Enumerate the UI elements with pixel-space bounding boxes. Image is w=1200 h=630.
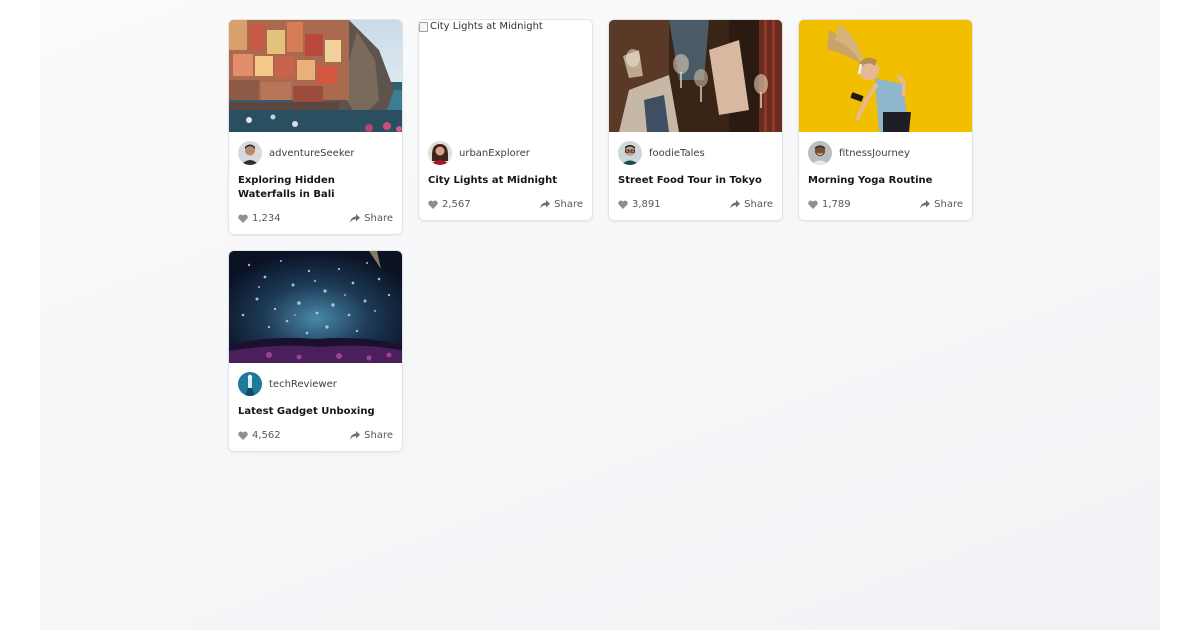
wine-toast-photo-icon <box>609 20 782 132</box>
post-card[interactable]: City Lights at Midnight urbanExplorer Ci… <box>418 19 593 221</box>
heart-icon <box>428 200 438 209</box>
post-author[interactable]: fitnessJourney <box>808 141 963 165</box>
broken-image-icon <box>419 22 428 32</box>
post-image[interactable] <box>229 20 402 132</box>
post-title[interactable]: Street Food Tour in Tokyo <box>618 174 773 188</box>
post-card[interactable]: techReviewer Latest Gadget Unboxing 4,56… <box>228 250 403 452</box>
like-button[interactable]: 2,567 <box>428 199 471 210</box>
share-label: Share <box>364 430 393 441</box>
tech-avatar-icon[interactable] <box>238 372 262 396</box>
like-button[interactable]: 4,562 <box>238 430 281 441</box>
share-icon <box>540 200 551 209</box>
author-username[interactable]: adventureSeeker <box>269 148 355 159</box>
like-count: 3,891 <box>632 199 661 210</box>
concert-confetti-photo-icon <box>229 251 402 363</box>
share-icon <box>350 214 361 223</box>
post-author[interactable]: foodieTales <box>618 141 773 165</box>
post-author[interactable]: techReviewer <box>238 372 393 396</box>
like-count: 1,789 <box>822 199 851 210</box>
post-grid: adventureSeeker Exploring Hidden Waterfa… <box>228 19 988 452</box>
author-username[interactable]: techReviewer <box>269 379 337 390</box>
like-count: 1,234 <box>252 213 281 224</box>
share-button[interactable]: Share <box>540 199 583 210</box>
feed-page: adventureSeeker Exploring Hidden Waterfa… <box>40 0 1160 630</box>
man-smiling-avatar-icon[interactable] <box>808 141 832 165</box>
like-count: 4,562 <box>252 430 281 441</box>
like-count: 2,567 <box>442 199 471 210</box>
post-image[interactable] <box>799 20 972 132</box>
share-label: Share <box>554 199 583 210</box>
share-button[interactable]: Share <box>920 199 963 210</box>
share-icon <box>350 431 361 440</box>
coastal-village-photo-icon <box>229 20 402 132</box>
author-username[interactable]: fitnessJourney <box>839 148 910 159</box>
post-card[interactable]: fitnessJourney Morning Yoga Routine 1,78… <box>798 19 973 221</box>
like-button[interactable]: 3,891 <box>618 199 661 210</box>
heart-icon <box>238 431 248 440</box>
heart-icon <box>238 214 248 223</box>
share-icon <box>730 200 741 209</box>
share-label: Share <box>364 213 393 224</box>
share-button[interactable]: Share <box>350 430 393 441</box>
post-title[interactable]: Morning Yoga Routine <box>808 174 963 188</box>
man-portrait-avatar-icon[interactable] <box>238 141 262 165</box>
post-title[interactable]: Latest Gadget Unboxing <box>238 405 393 419</box>
woman-portrait-avatar-icon[interactable] <box>428 141 452 165</box>
author-username[interactable]: urbanExplorer <box>459 148 530 159</box>
share-label: Share <box>744 199 773 210</box>
post-image[interactable] <box>609 20 782 132</box>
post-title[interactable]: City Lights at Midnight <box>428 174 583 188</box>
post-card[interactable]: foodieTales Street Food Tour in Tokyo 3,… <box>608 19 783 221</box>
share-button[interactable]: Share <box>730 199 773 210</box>
share-label: Share <box>934 199 963 210</box>
post-title[interactable]: Exploring Hidden Waterfalls in Bali <box>238 174 393 202</box>
heart-icon <box>618 200 628 209</box>
man-glasses-avatar-icon[interactable] <box>618 141 642 165</box>
like-button[interactable]: 1,234 <box>238 213 281 224</box>
post-card[interactable]: adventureSeeker Exploring Hidden Waterfa… <box>228 19 403 235</box>
author-username[interactable]: foodieTales <box>649 148 705 159</box>
share-button[interactable]: Share <box>350 213 393 224</box>
share-icon <box>920 200 931 209</box>
post-image[interactable] <box>229 251 402 363</box>
woman-music-photo-icon <box>799 20 972 132</box>
post-author[interactable]: adventureSeeker <box>238 141 393 165</box>
post-author[interactable]: urbanExplorer <box>428 141 583 165</box>
like-button[interactable]: 1,789 <box>808 199 851 210</box>
image-alt-text: City Lights at Midnight <box>430 21 543 32</box>
heart-icon <box>808 200 818 209</box>
post-image[interactable]: City Lights at Midnight <box>419 20 592 132</box>
